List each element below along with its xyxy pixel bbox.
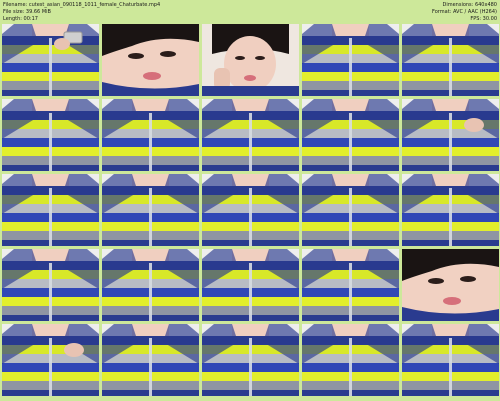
filename: Filename: cutest_asian_090118_1011_femal… [3, 2, 161, 8]
video-thumbnail [302, 324, 399, 396]
video-thumbnail [302, 24, 399, 96]
video-thumbnail [102, 324, 199, 396]
video-thumbnail [202, 24, 299, 96]
video-thumbnail [2, 324, 99, 396]
video-thumbnail [302, 249, 399, 321]
video-thumbnail [102, 99, 199, 171]
contact-sheet: Filename: cutest_asian_090118_1011_femal… [0, 0, 500, 401]
thumbnail-grid [0, 24, 500, 401]
video-thumbnail [302, 99, 399, 171]
video-thumbnail [302, 174, 399, 246]
header: Filename: cutest_asian_090118_1011_femal… [0, 0, 500, 24]
dimensions: Dimensions: 640x480 [442, 2, 497, 8]
header-left: Filename: cutest_asian_090118_1011_femal… [3, 2, 160, 23]
video-thumbnail [102, 249, 199, 321]
length: Length: 00:17 [3, 16, 38, 22]
video-thumbnail [102, 174, 199, 246]
video-thumbnail [202, 324, 299, 396]
video-thumbnail [2, 24, 99, 96]
video-thumbnail [202, 249, 299, 321]
filesize: File size: 39.66 MiB [3, 9, 51, 15]
format: Format: AVC / AAC (H264) [432, 9, 497, 15]
video-thumbnail [202, 174, 299, 246]
fps: FPS: 30.00 [470, 16, 497, 22]
video-thumbnail [402, 174, 499, 246]
video-thumbnail [402, 24, 499, 96]
video-thumbnail [2, 174, 99, 246]
video-thumbnail [402, 249, 499, 321]
video-thumbnail [2, 99, 99, 171]
video-thumbnail [2, 249, 99, 321]
video-thumbnail [102, 24, 199, 96]
video-thumbnail [402, 324, 499, 396]
header-right: Dimensions: 640x480 Format: AVC / AAC (H… [432, 2, 497, 23]
video-thumbnail [202, 99, 299, 171]
video-thumbnail [402, 99, 499, 171]
